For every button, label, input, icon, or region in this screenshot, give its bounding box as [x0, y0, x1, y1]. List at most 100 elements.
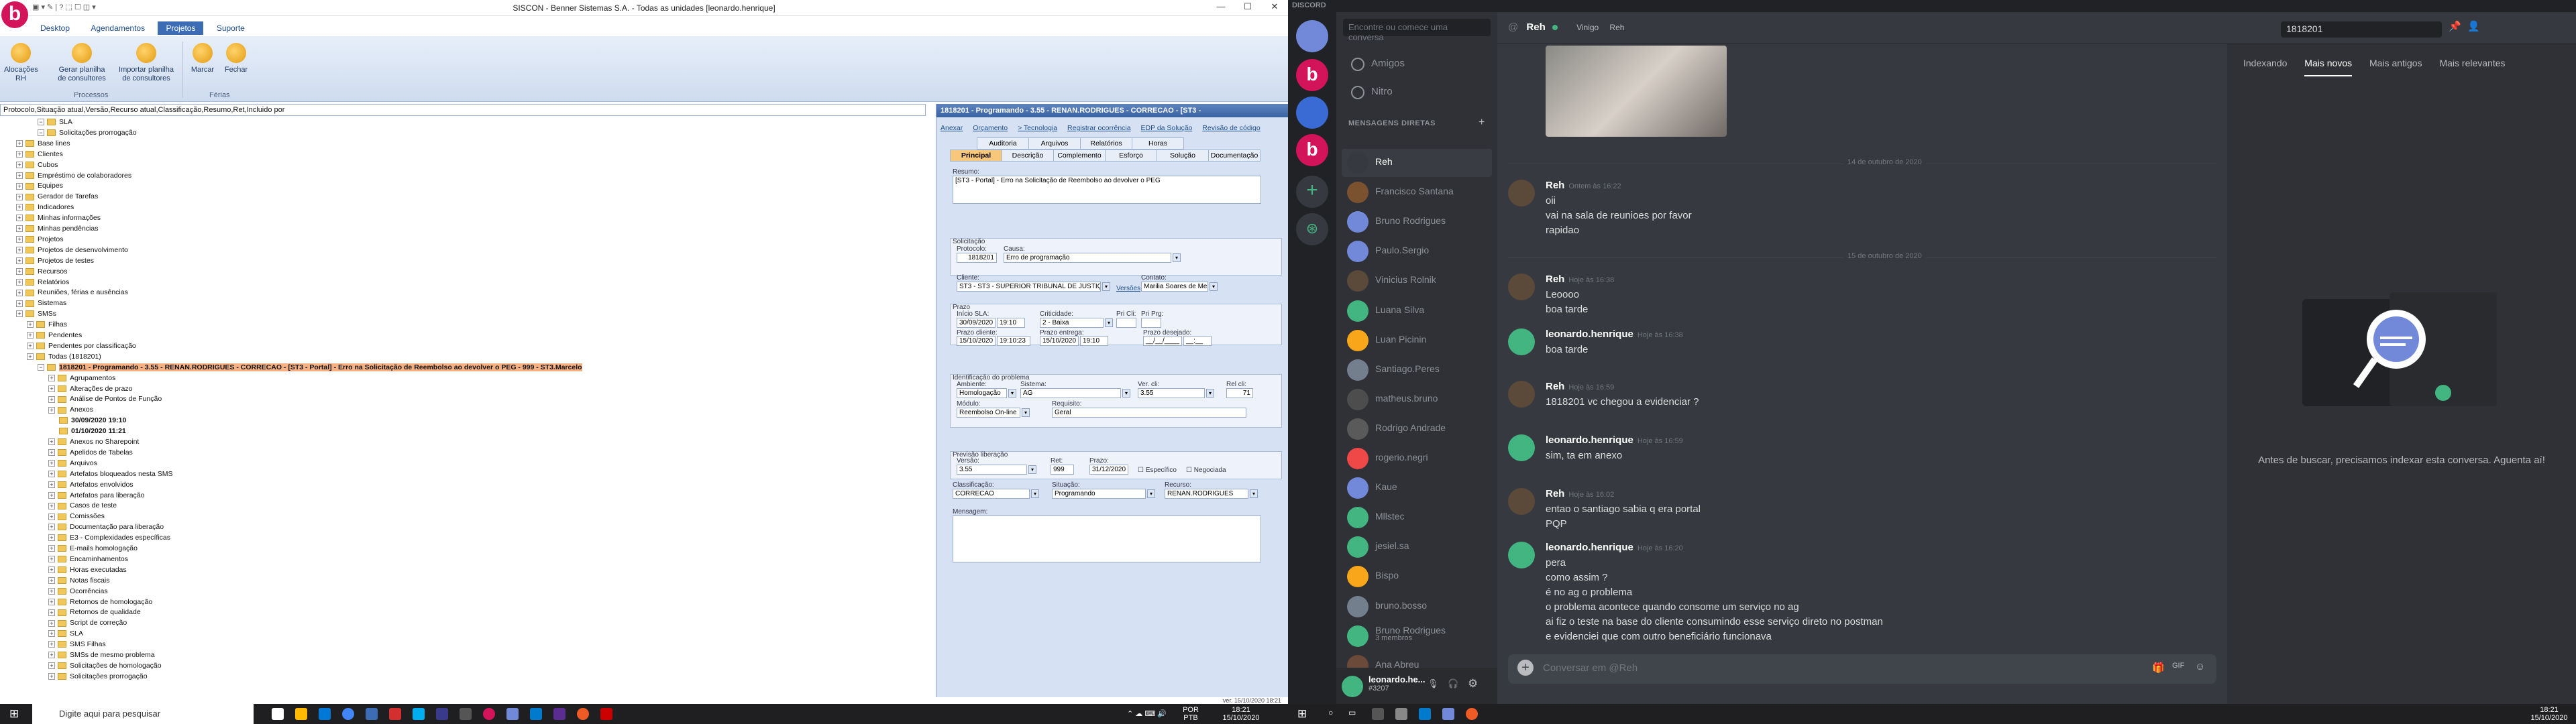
- prazo-entrega-time[interactable]: 19:10: [1080, 336, 1108, 346]
- criticidade-field[interactable]: 2 - Baixa: [1040, 318, 1104, 328]
- inicio-sla-time[interactable]: 19:10: [997, 318, 1025, 328]
- prazo-cliente-date[interactable]: 15/10/2020: [957, 336, 996, 346]
- dm-item[interactable]: Luana Silva: [1342, 297, 1492, 325]
- tree-node[interactable]: + Retornos de homologação: [48, 598, 152, 608]
- modulo-field[interactable]: Reembolso On-line: [957, 408, 1020, 418]
- dm-item[interactable]: Francisco Santana: [1342, 178, 1492, 206]
- tree-node[interactable]: + Script de correção: [48, 619, 127, 629]
- link-revisao[interactable]: Revisão de código: [1202, 124, 1260, 132]
- expand-toggle-icon[interactable]: +: [16, 236, 23, 243]
- minimize-icon[interactable]: —: [1208, 1, 1234, 15]
- expand-toggle-icon[interactable]: +: [16, 193, 23, 200]
- link-anexar[interactable]: Anexar: [941, 124, 963, 132]
- avatar[interactable]: [1508, 328, 1535, 355]
- causa-dropdown[interactable]: ▾: [1173, 253, 1181, 262]
- recurso-dropdown[interactable]: ▾: [1250, 489, 1258, 498]
- resumo-field[interactable]: [ST3 - Portal] - Erro na Solicitação de …: [953, 176, 1261, 204]
- settings-gear-icon[interactable]: ⚙: [1468, 677, 1478, 690]
- message-author[interactable]: Reh: [1546, 180, 1564, 191]
- tree-node[interactable]: + Notas fiscais: [48, 577, 110, 587]
- marcar-button[interactable]: Marcar: [188, 43, 217, 74]
- tab-esforco[interactable]: Esforço: [1105, 149, 1157, 162]
- prazo-desejado-time[interactable]: __:__: [1183, 336, 1212, 346]
- task-view-icon[interactable]: [272, 708, 284, 720]
- headphones-icon[interactable]: 🎧: [1448, 678, 1458, 689]
- link-registrar[interactable]: Registrar ocorrência: [1067, 124, 1131, 132]
- expand-toggle-icon[interactable]: +: [48, 577, 55, 584]
- prazo-cliente-time[interactable]: 19:10:23: [997, 336, 1030, 346]
- expand-toggle-icon[interactable]: +: [27, 343, 34, 350]
- classificacao-dropdown[interactable]: ▾: [1031, 489, 1039, 498]
- tree-node[interactable]: + Reuniões, férias e ausências: [16, 288, 128, 298]
- tab-relevant[interactable]: Mais relevantes: [2439, 58, 2505, 68]
- expand-toggle-icon[interactable]: +: [48, 406, 55, 414]
- find-conversation-input[interactable]: Encontre ou comece uma conversa: [1343, 19, 1491, 42]
- avatar[interactable]: [1508, 381, 1535, 408]
- postman-icon[interactable]: [577, 708, 589, 720]
- menu-agendamentos[interactable]: Agendamentos: [83, 21, 153, 35]
- tree-node[interactable]: 01/10/2020 11:21: [59, 427, 126, 437]
- chrome-icon[interactable]: [342, 708, 354, 720]
- dm-item[interactable]: Reh: [1342, 149, 1492, 177]
- tree-node[interactable]: − 1818201 - Programando - 3.55 - RENAN.RO…: [38, 363, 582, 373]
- expand-toggle-icon[interactable]: −: [38, 129, 44, 137]
- prazo2-field[interactable]: 31/12/2020: [1089, 465, 1128, 475]
- expand-toggle-icon[interactable]: +: [27, 353, 34, 361]
- expand-toggle-icon[interactable]: +: [48, 502, 55, 509]
- inicio-sla-date[interactable]: 30/09/2020: [957, 318, 996, 328]
- file-explorer-icon[interactable]: [295, 708, 307, 720]
- mic-icon[interactable]: 🎙: [1428, 678, 1439, 689]
- pri-prg-field[interactable]: [1141, 318, 1161, 328]
- tree-node[interactable]: + Artefatos bloqueados nesta SMS: [48, 470, 173, 480]
- tree-node[interactable]: + Ocorrências: [48, 587, 108, 597]
- tree-node[interactable]: + Minhas informações: [16, 214, 101, 224]
- prazo-entrega-date[interactable]: 15/10/2020: [1040, 336, 1079, 346]
- tree-node[interactable]: + Cubos: [16, 161, 58, 171]
- link-tecnologia[interactable]: > Tecnologia: [1018, 124, 1057, 132]
- expand-toggle-icon[interactable]: +: [16, 225, 23, 233]
- avatar[interactable]: [1342, 676, 1363, 697]
- tree-node[interactable]: − SLA: [38, 118, 72, 128]
- expand-toggle-icon[interactable]: +: [27, 321, 34, 328]
- vscode-icon[interactable]: [530, 708, 542, 720]
- message-author[interactable]: Reh: [1546, 274, 1564, 285]
- nav-nitro[interactable]: Nitro: [1342, 79, 1492, 106]
- expand-toggle-icon[interactable]: +: [48, 609, 55, 616]
- server-benner-icon[interactable]: b: [1296, 59, 1328, 91]
- tree-node[interactable]: + Indicadores: [16, 203, 74, 213]
- tree-node[interactable]: + Pendentes: [27, 331, 82, 341]
- tab-oldest[interactable]: Mais antigos: [2369, 58, 2422, 68]
- message-input[interactable]: + Conversar em @Reh 🎁 GIF ☺: [1508, 654, 2216, 684]
- tree-node[interactable]: + Anexos: [48, 406, 93, 416]
- expand-toggle-icon[interactable]: +: [16, 215, 23, 222]
- rel-cli-field[interactable]: 71: [1226, 388, 1253, 398]
- tree-node[interactable]: + Artefatos para liberação: [48, 491, 144, 501]
- benner-icon[interactable]: [483, 708, 495, 720]
- link-orcamento[interactable]: Orçamento: [973, 124, 1008, 132]
- situacao-field[interactable]: Programando: [1052, 489, 1146, 499]
- siscon-icon[interactable]: [460, 708, 472, 720]
- vscode-icon[interactable]: [1419, 708, 1431, 720]
- tree-node[interactable]: + Encaminhamentos: [48, 555, 128, 565]
- tree-node[interactable]: + Casos de teste: [48, 501, 117, 511]
- link-edp[interactable]: EDP da Solução: [1141, 124, 1193, 132]
- expand-toggle-icon[interactable]: +: [16, 267, 23, 275]
- tree-node[interactable]: + Solicitações prorrogação: [48, 672, 148, 682]
- tab-auditoria[interactable]: Auditoria: [977, 137, 1029, 149]
- expand-toggle-icon[interactable]: +: [16, 289, 23, 296]
- fechar-button[interactable]: Fechar: [221, 43, 251, 74]
- tree-node[interactable]: + Projetos: [16, 235, 64, 245]
- situacao-dropdown[interactable]: ▾: [1147, 489, 1155, 498]
- discord-icon[interactable]: [1442, 708, 1454, 720]
- tree-node[interactable]: + Relatórios: [16, 278, 69, 288]
- expand-toggle-icon[interactable]: +: [48, 470, 55, 477]
- app-icon[interactable]: [436, 708, 448, 720]
- language-indicator[interactable]: POR PTB: [1181, 706, 1201, 722]
- tree-node[interactable]: + Todas (1818201): [27, 353, 101, 363]
- modulo-dropdown[interactable]: ▾: [1022, 408, 1030, 417]
- dm-item[interactable]: jesiel.sa: [1342, 533, 1492, 561]
- expand-toggle-icon[interactable]: +: [48, 587, 55, 595]
- gerar-planilha-button[interactable]: Gerar planilha de consultores: [56, 43, 107, 83]
- benner-logo[interactable]: b: [1, 1, 28, 28]
- windows-start-icon[interactable]: ⊞: [1297, 707, 1307, 721]
